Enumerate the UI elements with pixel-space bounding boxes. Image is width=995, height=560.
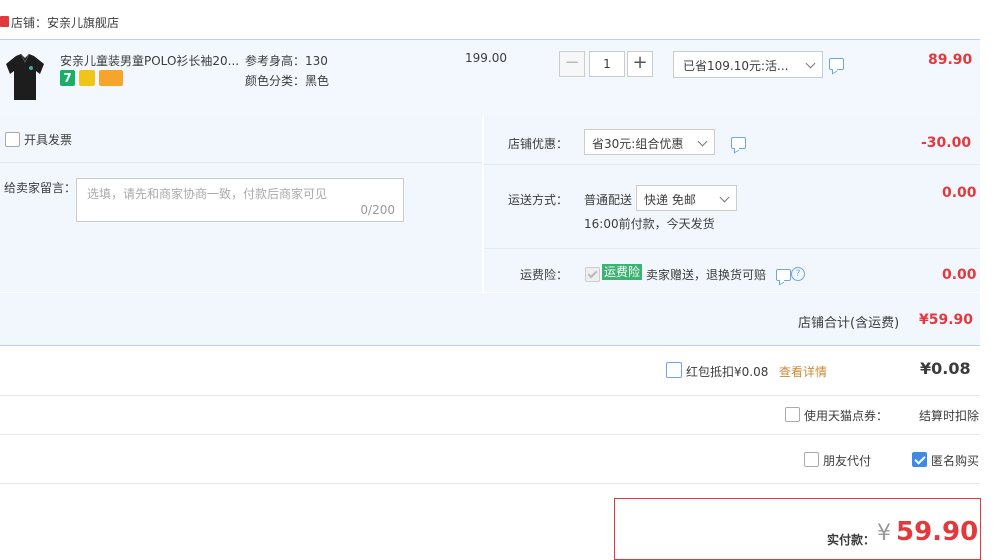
tmall-points-checkbox[interactable]	[785, 407, 800, 422]
freight-insurance-label: 运费险：	[520, 268, 569, 282]
chevron-down-icon	[697, 136, 708, 147]
chevron-down-icon	[805, 58, 816, 69]
credit-card-icon	[99, 70, 123, 86]
sku-height: 参考身高：130	[245, 54, 328, 68]
help-icon[interactable]: ?	[791, 267, 805, 281]
shipping-type: 普通配送	[584, 193, 633, 207]
quantity-input[interactable]: 1	[589, 51, 625, 77]
message-char-count: 0/200	[360, 203, 395, 217]
store-icon	[0, 16, 9, 27]
invoice-label: 开具发票	[24, 133, 73, 147]
freight-insurance-badge: 运费险	[602, 264, 643, 280]
chat-icon[interactable]	[829, 58, 844, 70]
pay-currency: ¥	[877, 521, 891, 546]
divider	[484, 248, 980, 249]
item-promo-select[interactable]: 已省109.10元:活...	[673, 51, 823, 78]
store-total-label: 店铺合计(含运费)	[798, 316, 900, 331]
cart-item-row: 安亲儿童装男童POLO衫长袖20... 7 参考身高：130 颜色分类：黑色 1…	[0, 39, 980, 116]
item-subtotal: 89.90	[928, 52, 973, 68]
quantity-decrease-button[interactable]: −	[559, 51, 585, 77]
message-placeholder: 选填，请先和商家协商一致，付款后商家可见	[87, 187, 328, 201]
friend-pay-label: 朋友代付	[823, 454, 872, 468]
message-label: 给卖家留言：	[4, 181, 77, 195]
unit-price: 199.00	[465, 51, 507, 65]
redpacket-checkbox[interactable]	[666, 362, 682, 378]
shipping-select[interactable]: 快递 免邮	[636, 185, 737, 211]
divider	[484, 164, 980, 165]
divider	[0, 434, 980, 435]
friend-pay-checkbox[interactable]	[804, 452, 819, 467]
store-total-row: 店铺合计(含运费) ¥59.90	[0, 293, 980, 346]
shop-discount-amount: -30.00	[921, 135, 972, 151]
redpacket-amount: ¥0.08	[920, 359, 971, 378]
shipping-amount: 0.00	[942, 185, 977, 201]
anonymous-checkbox[interactable]	[912, 452, 927, 467]
seller-message-field[interactable]: 选填，请先和商家协商一致，付款后商家可见 0/200	[76, 178, 404, 222]
order-options-right: 店铺优惠： 省30元:组合优惠 -30.00 运送方式： 普通配送 快递 免邮 …	[484, 116, 980, 292]
seven-day-return-icon: 7	[60, 70, 75, 86]
item-promo-value: 已省109.10元:活...	[683, 59, 789, 73]
freight-insurance-text: 卖家赠送，退换货可赔	[646, 268, 767, 282]
pay-amount: 59.90	[896, 517, 979, 547]
freight-insurance-amount: 0.00	[942, 267, 977, 283]
product-thumbnail[interactable]	[4, 52, 46, 102]
invoice-checkbox[interactable]	[5, 132, 20, 147]
quantity-increase-button[interactable]: +	[627, 51, 653, 77]
sku-color: 颜色分类：黑色	[245, 74, 330, 88]
store-name[interactable]: 店铺：安亲儿旗舰店	[11, 14, 119, 31]
shop-discount-label: 店铺优惠：	[508, 137, 569, 151]
shop-discount-value: 省30元:组合优惠	[592, 137, 684, 151]
tmall-points-note: 结算时扣除	[919, 409, 980, 423]
product-title[interactable]: 安亲儿童装男童POLO衫长袖20...	[60, 52, 239, 69]
shop-discount-select[interactable]: 省30元:组合优惠	[584, 129, 715, 155]
redpacket-details-link[interactable]: 查看详情	[779, 363, 827, 380]
freight-insurance-checkbox	[585, 267, 600, 282]
shipping-label: 运送方式：	[508, 193, 569, 207]
chevron-down-icon	[719, 192, 730, 203]
chat-icon[interactable]	[776, 269, 791, 281]
guarantee-icon	[79, 70, 95, 86]
redpacket-label: 红包抵扣¥0.08	[686, 365, 769, 379]
store-header: 店铺：安亲儿旗舰店	[0, 8, 995, 34]
store-total-amount: ¥59.90	[919, 312, 974, 328]
divider	[0, 483, 980, 484]
divider	[0, 162, 482, 163]
divider	[0, 395, 980, 396]
shipping-select-value: 快递 免邮	[644, 193, 696, 207]
chat-icon[interactable]	[731, 137, 746, 149]
anonymous-label: 匿名购买	[931, 454, 980, 468]
pay-label: 实付款：	[827, 533, 876, 547]
shipping-note: 16:00前付款，今天发货	[584, 217, 715, 231]
order-options-left: 开具发票 给卖家留言： 选填，请先和商家协商一致，付款后商家可见 0/200	[0, 116, 482, 292]
tmall-points-label: 使用天猫点券：	[804, 409, 889, 423]
